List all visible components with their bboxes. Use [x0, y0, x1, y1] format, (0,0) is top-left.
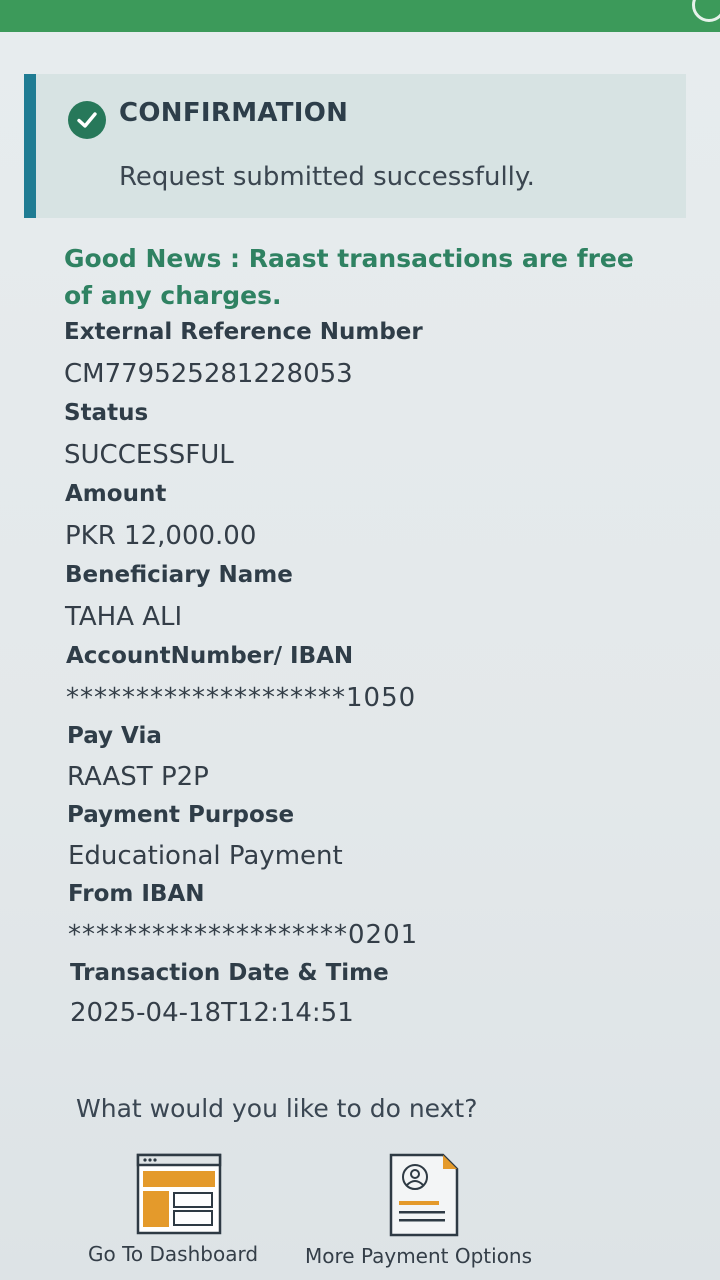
label-transaction-datetime: Transaction Date & Time: [70, 960, 389, 986]
confirmation-message: Request submitted successfully.: [119, 162, 535, 192]
label-amount: Amount: [65, 481, 167, 507]
more-payment-options-label[interactable]: More Payment Options: [305, 1244, 532, 1268]
value-account-iban: ********************1050: [66, 683, 417, 713]
label-status: Status: [64, 400, 149, 426]
value-pay-via: RAAST P2P: [67, 762, 209, 792]
label-payment-purpose: Payment Purpose: [67, 802, 295, 828]
app-header-bar: [0, 0, 720, 32]
value-payment-purpose: Educational Payment: [68, 841, 343, 871]
value-status: SUCCESSFUL: [64, 440, 234, 470]
value-from-iban: ********************0201: [68, 920, 419, 950]
label-account-iban: AccountNumber/ IBAN: [66, 643, 354, 669]
go-to-dashboard-button[interactable]: [136, 1153, 222, 1235]
label-external-reference: External Reference Number: [64, 319, 423, 345]
good-news-text: Good News : Raast transactions are free …: [64, 244, 634, 310]
header-icon[interactable]: [692, 0, 720, 22]
value-amount: PKR 12,000.00: [65, 521, 257, 551]
label-pay-via: Pay Via: [67, 723, 162, 749]
confirmation-banner: CONFIRMATION Request submitted successfu…: [24, 74, 686, 218]
value-external-reference: CM779525281228053: [64, 359, 353, 389]
confirmation-title: CONFIRMATION: [119, 98, 349, 128]
next-prompt: What would you like to do next?: [76, 1094, 478, 1123]
label-from-iban: From IBAN: [68, 881, 205, 907]
label-beneficiary-name: Beneficiary Name: [65, 562, 293, 588]
go-to-dashboard-label[interactable]: Go To Dashboard: [88, 1242, 258, 1266]
check-circle-icon: [68, 101, 106, 139]
more-payment-options-button[interactable]: [389, 1153, 459, 1237]
value-transaction-datetime: 2025-04-18T12:14:51: [70, 998, 354, 1028]
value-beneficiary-name: TAHA ALI: [65, 602, 183, 632]
payment-document-icon: [389, 1153, 459, 1237]
dashboard-icon: [136, 1153, 222, 1235]
